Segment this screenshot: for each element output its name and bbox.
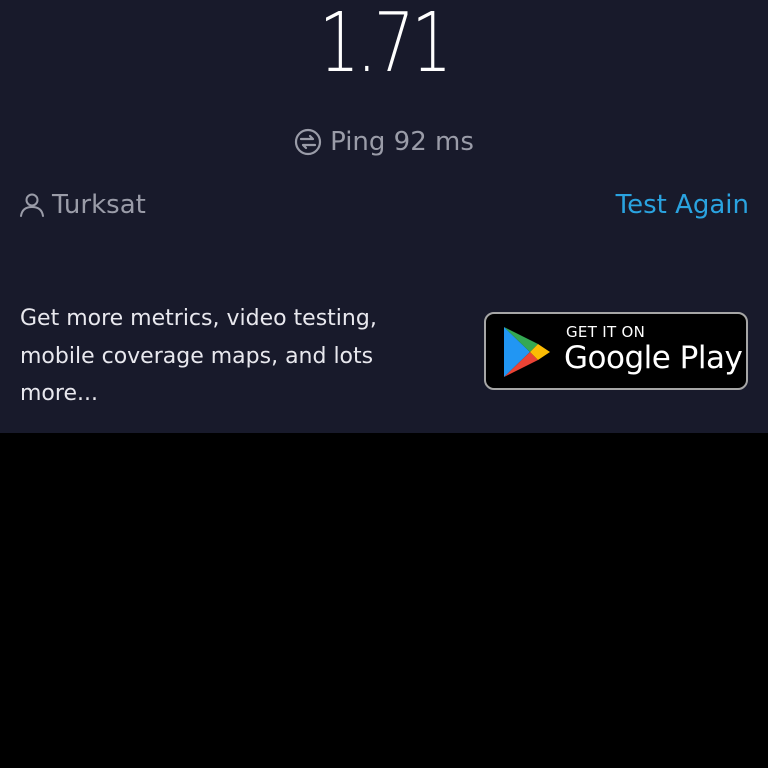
ping-icon [294,128,322,156]
google-play-small-text: GET IT ON [566,323,646,341]
promo-text: Get more metrics, video testing, mobile … [20,306,377,406]
google-play-badge[interactable]: GET IT ON Google Play [484,312,748,390]
provider: Turksat [18,186,146,224]
provider-name: Turksat [52,190,146,220]
speed-value: 1.71 [319,0,452,91]
ping-label: Ping 92 ms [330,127,474,157]
google-play-big-text: Google Play [564,340,743,376]
test-again-button[interactable]: Test Again [616,186,749,224]
result-panel: 1.71 Ping 92 ms Turksat Test Again Get m… [0,0,768,433]
google-play-icon [502,325,552,379]
lower-area [0,433,768,768]
ping-row: Ping 92 ms [0,124,768,160]
user-icon [18,191,46,219]
